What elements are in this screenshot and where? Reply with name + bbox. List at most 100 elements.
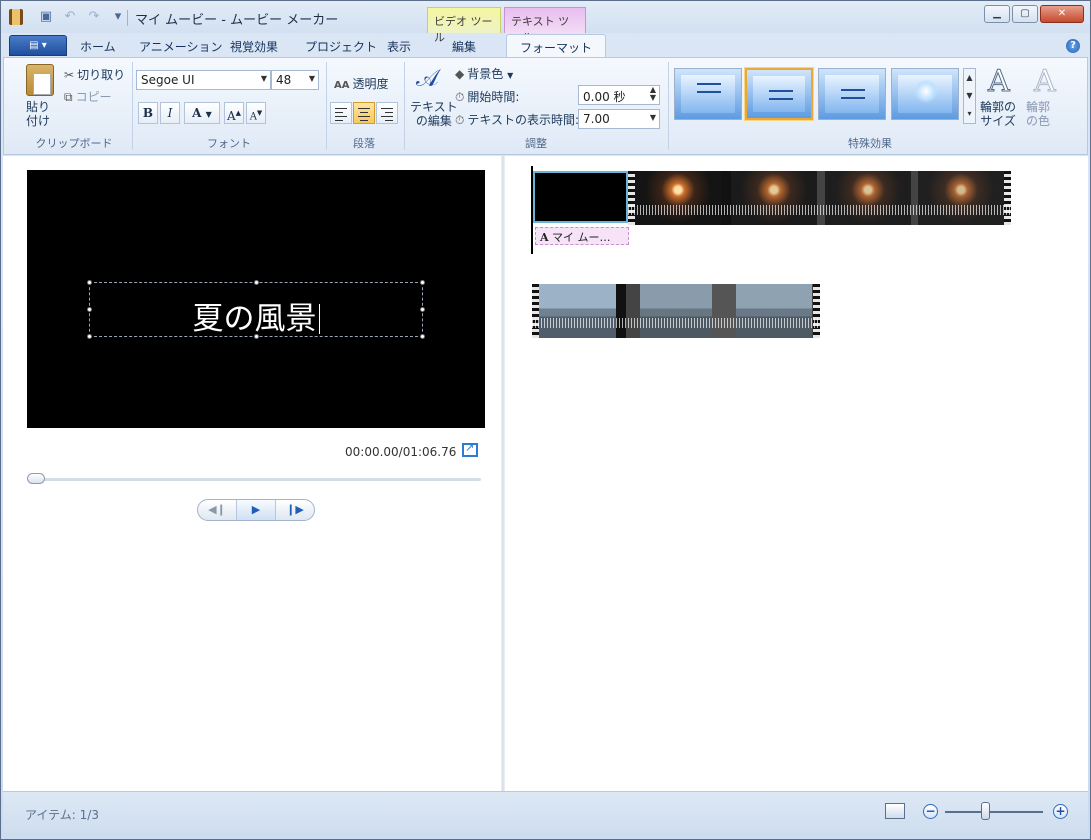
font-size-combo[interactable]: 48 ▼ (271, 70, 319, 90)
font-family-combo[interactable]: Segoe UI ▼ (136, 70, 271, 90)
tab-edit[interactable]: 編集 (452, 38, 476, 55)
group-separator (668, 62, 669, 150)
start-time-spinner[interactable]: 0.00 秒 ▲ ▼ (578, 85, 660, 105)
caption-text-editor[interactable]: 夏の風景 (90, 293, 422, 338)
title-bar: ▣ ↶ ↷ ▾ マイ ムービー - ムービー メーカー ビデオ ツール テキスト… (1, 1, 1090, 44)
undo-icon[interactable]: ↶ (61, 9, 79, 24)
playback-controls: ◀❙ ▶ ❙▶ (197, 499, 315, 521)
group-separator (404, 62, 405, 150)
tab-view[interactable]: 表示 (387, 38, 411, 55)
caption-selection-box[interactable]: 夏の風景 (87, 280, 425, 339)
tab-home[interactable]: ホーム (80, 38, 116, 55)
previous-frame-button[interactable]: ◀❙ (198, 500, 237, 520)
outline-size-button-label[interactable]: 輪郭の サイズ (980, 100, 1016, 128)
film-app-icon[interactable] (9, 9, 23, 25)
transparency-button[interactable]: AA 透明度 (334, 75, 389, 92)
effect-scroll-in-thumbnail[interactable] (674, 68, 742, 120)
shrink-font-button[interactable]: A▼ (246, 102, 266, 124)
copy-icon: ⧉ (64, 90, 73, 104)
play-button[interactable]: ▶ (237, 500, 276, 520)
cut-button[interactable]: ✂ 切り取り (64, 66, 125, 83)
window-title: マイ ムービー - ムービー メーカー (135, 13, 339, 28)
paint-bucket-icon: ◆ (455, 67, 465, 81)
tab-format[interactable]: フォーマット (506, 34, 607, 58)
title-clip[interactable] (533, 171, 628, 223)
caption-text: 夏の風景 (192, 301, 317, 337)
text-overlay-clip[interactable]: A マイ ムー… (535, 227, 629, 245)
fullscreen-icon[interactable] (462, 441, 478, 457)
tab-visual-effects[interactable]: 視覚効果 (230, 38, 278, 55)
chevron-down-icon: ▼ (507, 71, 514, 80)
cut-label: 切り取り (77, 68, 126, 82)
scissors-icon: ✂ (64, 68, 75, 82)
customize-toolbar-chevron-icon[interactable]: ▾ (109, 9, 127, 24)
seascape-clip[interactable] (532, 284, 820, 338)
text-overlay-label: マイ ムー… (552, 231, 611, 244)
grow-font-label: A (226, 109, 236, 123)
resize-handle[interactable] (420, 280, 425, 285)
duration-value: 7.00 (583, 112, 610, 126)
thumbnail-size-icon[interactable] (885, 803, 905, 819)
stopwatch-icon: ⏱ (455, 113, 465, 127)
resize-handle[interactable] (87, 280, 92, 285)
background-color-button[interactable]: ◆ 背景色 ▼ (455, 65, 513, 82)
zoom-out-button[interactable]: − (923, 804, 938, 819)
tab-project[interactable]: プロジェクト (305, 38, 377, 55)
adjust-group-label: 調整 (525, 137, 547, 150)
paste-button-label[interactable]: 貼り 付け (26, 100, 50, 128)
chevron-down-icon: ▼ (205, 109, 212, 119)
workspace: 夏の風景 00:00.00/01:06.76 ◀❙ ▶ ❙▶ A (3, 156, 1088, 791)
save-icon[interactable]: ▣ (37, 9, 55, 24)
spinner-arrows-icon[interactable]: ▲ ▼ (650, 86, 656, 102)
close-button[interactable]: ✕ (1040, 5, 1084, 23)
start-time-value: 0.00 秒 (583, 90, 626, 104)
zoom-slider-thumb[interactable] (981, 802, 990, 820)
effects-group-label: 特殊効果 (848, 137, 892, 150)
background-color-label: 背景色 (467, 67, 504, 81)
italic-button[interactable]: I (160, 102, 180, 124)
maximize-button[interactable]: ▢ (1012, 5, 1038, 23)
group-separator (132, 62, 133, 150)
next-frame-button[interactable]: ❙▶ (276, 500, 314, 520)
align-right-button[interactable] (376, 102, 398, 124)
help-icon[interactable]: ? (1066, 39, 1080, 53)
video-preview[interactable]: 夏の風景 (27, 170, 485, 428)
tab-animations[interactable]: アニメーション (139, 38, 223, 55)
outline-color-icon: A (1034, 64, 1057, 100)
transparency-icon: AA (334, 80, 350, 91)
edit-text-button-label[interactable]: テキスト の編集 (410, 100, 458, 128)
effect-zoom-out-thumbnail[interactable] (744, 67, 814, 121)
effects-gallery-scroll[interactable]: ▲ ▼ ▾ (963, 68, 976, 124)
text-caret (318, 304, 320, 334)
ribbon-tab-row: ▤ ▾ ホーム アニメーション 視覚効果 プロジェクト 表示 編集 フォーマット… (1, 33, 1090, 58)
font-color-button[interactable]: A ▼ (184, 102, 220, 124)
fireworks-clip[interactable] (628, 171, 1011, 225)
font-family-value: Segoe UI (141, 73, 195, 87)
resize-handle[interactable] (254, 280, 259, 285)
seek-thumb[interactable] (27, 473, 45, 484)
edit-text-icon[interactable]: 𝒜 (416, 64, 439, 92)
zoom-slider-track[interactable] (945, 811, 1043, 813)
application-menu-button[interactable]: ▤ ▾ (9, 35, 67, 56)
paragraph-group-label: 段落 (353, 137, 375, 150)
zoom-in-button[interactable]: + (1053, 804, 1068, 819)
minimize-button[interactable]: ▁ (984, 5, 1010, 23)
pane-splitter[interactable] (501, 156, 505, 791)
outline-size-icon[interactable]: A (988, 64, 1011, 100)
bold-button[interactable]: B (138, 102, 158, 124)
duration-combo[interactable]: 7.00 ▼ (578, 109, 660, 129)
clipboard-group-label: クリップボード (35, 137, 113, 150)
paste-icon[interactable] (26, 64, 54, 96)
seek-bar[interactable] (29, 478, 481, 481)
video-tools-context-label: ビデオ ツール (427, 7, 501, 44)
ribbon-panel: 貼り 付け ✂ 切り取り ⧉ コピー クリップボード Segoe UI ▼ 48 ▼… (3, 57, 1088, 155)
redo-icon[interactable]: ↷ (85, 9, 103, 24)
effect-zoom-in-thumbnail[interactable] (818, 68, 886, 120)
grow-font-button[interactable]: A▲ (224, 102, 244, 124)
duration-label: テキストの表示時間: (467, 113, 580, 127)
effect-glow-thumbnail[interactable] (891, 68, 959, 120)
quick-access-toolbar: ▣ ↶ ↷ ▾ (37, 9, 127, 24)
align-center-button[interactable] (353, 102, 375, 124)
copy-button[interactable]: ⧉ コピー (64, 88, 112, 105)
align-left-button[interactable] (330, 102, 352, 124)
